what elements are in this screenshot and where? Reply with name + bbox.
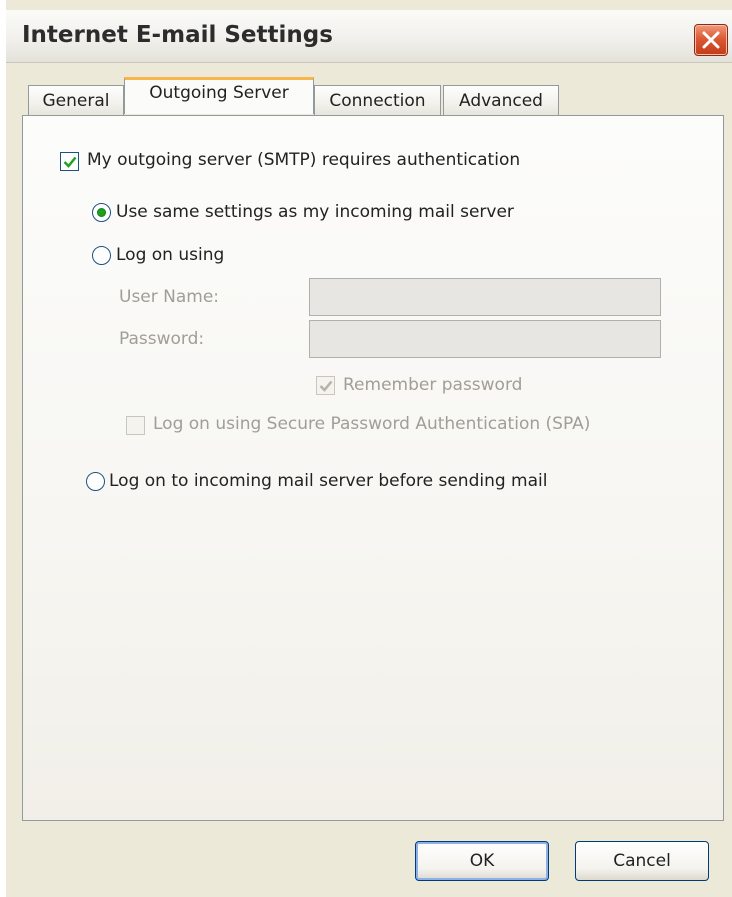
tab-outgoing-server[interactable]: Outgoing Server bbox=[124, 77, 314, 114]
cancel-button-label: Cancel bbox=[613, 851, 671, 871]
title-bar[interactable]: Internet E-mail Settings bbox=[6, 10, 732, 63]
password-input bbox=[309, 320, 661, 358]
tab-advanced-label: Advanced bbox=[459, 91, 543, 111]
ok-button-label: OK bbox=[469, 851, 495, 871]
user-name-input bbox=[309, 278, 661, 316]
log-on-using-label[interactable]: Log on using bbox=[116, 245, 224, 265]
password-label: Password: bbox=[119, 329, 205, 349]
same-settings-radio[interactable] bbox=[92, 203, 111, 222]
radio-selected-dot bbox=[97, 208, 106, 217]
tab-outgoing-server-label: Outgoing Server bbox=[149, 83, 289, 103]
spa-label: Log on using Secure Password Authenticat… bbox=[153, 414, 591, 434]
dialog-window: Internet E-mail Settings General Outgoin… bbox=[6, 0, 732, 897]
checkmark-icon bbox=[319, 380, 333, 392]
log-on-incoming-radio[interactable] bbox=[86, 472, 105, 491]
window-title: Internet E-mail Settings bbox=[22, 22, 333, 48]
close-icon bbox=[702, 31, 720, 49]
tab-advanced[interactable]: Advanced bbox=[443, 85, 559, 115]
remember-password-label: Remember password bbox=[343, 375, 523, 395]
log-on-incoming-label[interactable]: Log on to incoming mail server before se… bbox=[109, 471, 547, 491]
same-settings-label[interactable]: Use same settings as my incoming mail se… bbox=[116, 202, 514, 222]
close-button[interactable] bbox=[694, 24, 728, 56]
checkmark-icon bbox=[63, 156, 77, 168]
log-on-using-radio[interactable] bbox=[92, 246, 111, 265]
smtp-auth-label[interactable]: My outgoing server (SMTP) requires authe… bbox=[87, 150, 520, 170]
ok-button[interactable]: OK bbox=[415, 841, 549, 881]
tab-general[interactable]: General bbox=[28, 85, 124, 115]
cancel-button[interactable]: Cancel bbox=[575, 841, 709, 881]
spa-checkbox bbox=[126, 416, 145, 435]
outgoing-server-panel: My outgoing server (SMTP) requires authe… bbox=[22, 115, 724, 821]
tab-connection[interactable]: Connection bbox=[314, 85, 441, 115]
smtp-auth-checkbox[interactable] bbox=[60, 152, 79, 171]
tab-connection-label: Connection bbox=[329, 91, 426, 111]
remember-password-checkbox bbox=[316, 376, 335, 395]
tab-general-label: General bbox=[42, 91, 110, 111]
user-name-label: User Name: bbox=[119, 287, 220, 307]
